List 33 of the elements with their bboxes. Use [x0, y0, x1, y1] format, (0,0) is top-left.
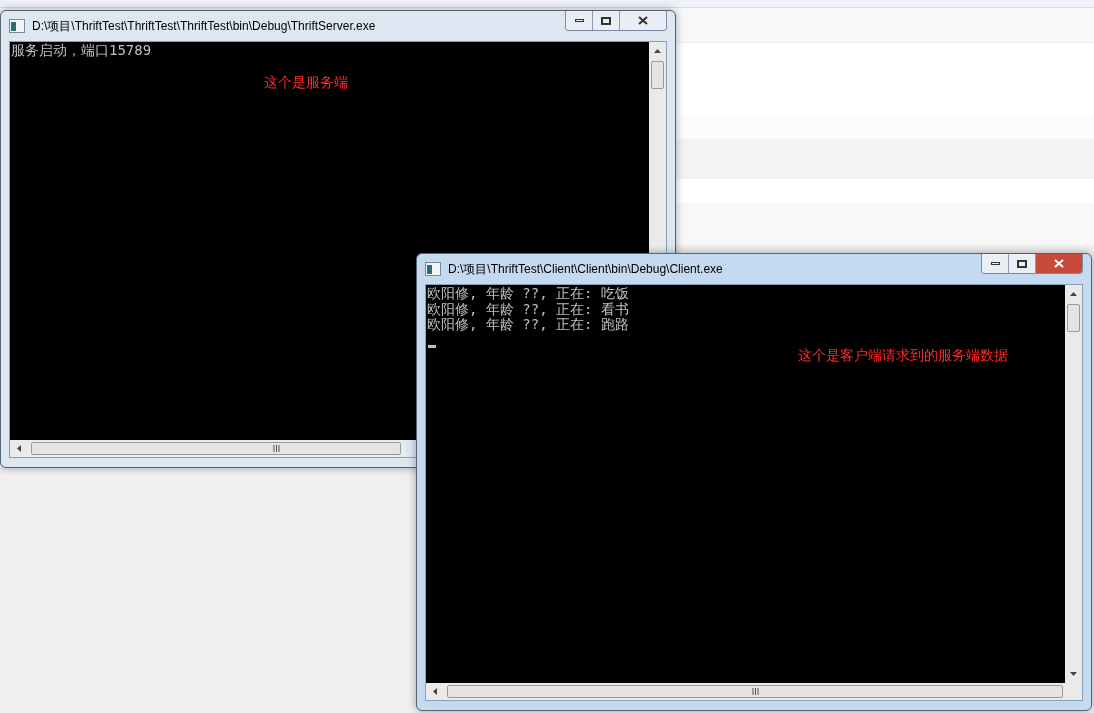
window-title: D:\项目\ThriftTest\ThriftTest\ThriftTest\bin\Debug\ThriftServer.exe	[32, 18, 376, 35]
grip-icon	[273, 445, 280, 452]
close-icon	[1054, 259, 1064, 268]
console-line: 欧阳修, 年龄 ??, 正在: 吃饭	[427, 286, 629, 302]
minimize-button[interactable]	[982, 254, 1009, 273]
close-icon	[638, 16, 648, 25]
console-line: 欧阳修, 年龄 ??, 正在: 跑路	[427, 317, 629, 333]
scroll-down-icon	[1070, 672, 1077, 676]
horizontal-scrollbar[interactable]	[10, 440, 406, 457]
console-line: 欧阳修, 年龄 ??, 正在: 看书	[427, 301, 629, 317]
scroll-left-icon	[17, 445, 21, 452]
console-icon	[425, 262, 441, 276]
scrollbar-thumb[interactable]	[31, 442, 401, 455]
scroll-left-icon	[433, 688, 437, 695]
vertical-scrollbar[interactable]	[1065, 285, 1082, 683]
minimize-button[interactable]	[566, 11, 593, 30]
maximize-button[interactable]	[1009, 254, 1036, 273]
horizontal-scrollbar[interactable]	[426, 683, 1082, 700]
grip-icon	[751, 688, 759, 695]
maximize-button[interactable]	[593, 11, 620, 30]
close-button[interactable]	[620, 11, 666, 30]
scrollbar-thumb[interactable]	[447, 685, 1063, 698]
console-line: 服务启动，端口15789	[11, 43, 152, 59]
annotation-text: 这个是客户端请求到的服务端数据	[798, 346, 1008, 363]
scrollbar-thumb[interactable]	[651, 61, 664, 89]
annotation-text: 这个是服务端	[264, 73, 348, 90]
window-title: D:\项目\ThriftTest\Client\Client\bin\Debug\Client.exe	[448, 261, 723, 278]
scroll-up-icon	[654, 49, 661, 53]
scrollbar-thumb[interactable]	[1067, 304, 1080, 332]
console-icon	[9, 19, 25, 33]
close-button[interactable]	[1036, 254, 1082, 273]
vertical-scrollbar[interactable]	[649, 42, 666, 253]
scroll-up-icon	[1070, 292, 1077, 296]
